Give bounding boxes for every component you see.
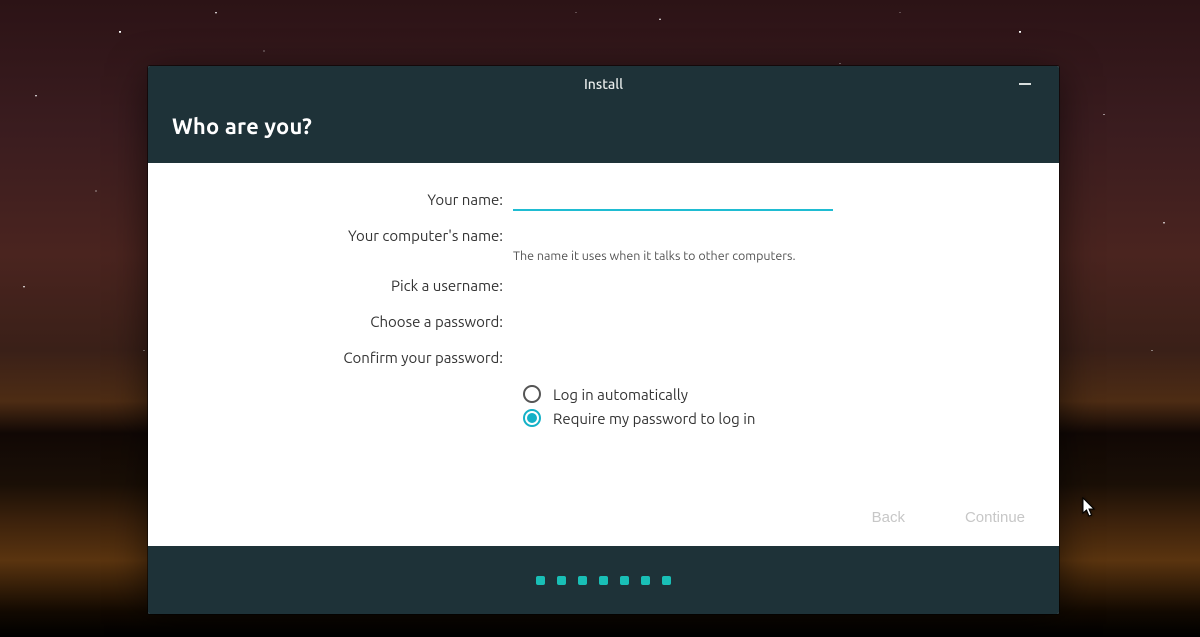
minimize-button[interactable] [1007, 66, 1043, 102]
label-password: Choose a password: [148, 309, 513, 335]
progress-dot [536, 576, 545, 585]
label-name: Your name: [148, 187, 513, 213]
radio-icon [523, 385, 541, 403]
page-title: Who are you? [172, 114, 1035, 139]
password-input[interactable] [513, 309, 833, 333]
row-name: Your name: [148, 187, 1059, 213]
progress-footer [148, 546, 1059, 614]
progress-dot [557, 576, 566, 585]
label-hostname: Your computer's name: [148, 223, 513, 249]
installer-window: Install Who are you? Your name: Your com… [148, 66, 1059, 614]
hostname-input[interactable] [513, 223, 833, 247]
label-confirm: Confirm your password: [148, 345, 513, 371]
hostname-hint: The name it uses when it talks to other … [513, 249, 853, 263]
name-input[interactable] [513, 187, 833, 211]
row-confirm: Confirm your password: [148, 345, 1059, 371]
login-options: Log in automatically Require my password… [523, 385, 1059, 427]
progress-dot [620, 576, 629, 585]
progress-dot [641, 576, 650, 585]
row-username: Pick a username: [148, 273, 1059, 299]
back-button[interactable]: Back [864, 503, 913, 532]
progress-dot [578, 576, 587, 585]
username-input[interactable] [513, 273, 833, 297]
radio-require-password[interactable]: Require my password to log in [523, 409, 1059, 427]
window-titlebar: Install [148, 66, 1059, 102]
progress-dot [599, 576, 608, 585]
mouse-cursor-icon [1082, 497, 1098, 523]
form-body: Your name: Your computer's name: The nam… [148, 163, 1059, 546]
radio-label: Require my password to log in [553, 410, 755, 427]
confirm-input[interactable] [513, 345, 833, 369]
radio-label: Log in automatically [553, 386, 688, 403]
nav-buttons: Back Continue [864, 503, 1033, 532]
minimize-icon [1019, 83, 1031, 85]
radio-icon [523, 409, 541, 427]
window-title: Install [584, 76, 623, 92]
page-header: Who are you? [148, 102, 1059, 163]
label-username: Pick a username: [148, 273, 513, 299]
progress-dot [662, 576, 671, 585]
row-hostname: Your computer's name: The name it uses w… [148, 223, 1059, 263]
row-password: Choose a password: [148, 309, 1059, 335]
radio-login-auto[interactable]: Log in automatically [523, 385, 1059, 403]
continue-button[interactable]: Continue [957, 503, 1033, 532]
